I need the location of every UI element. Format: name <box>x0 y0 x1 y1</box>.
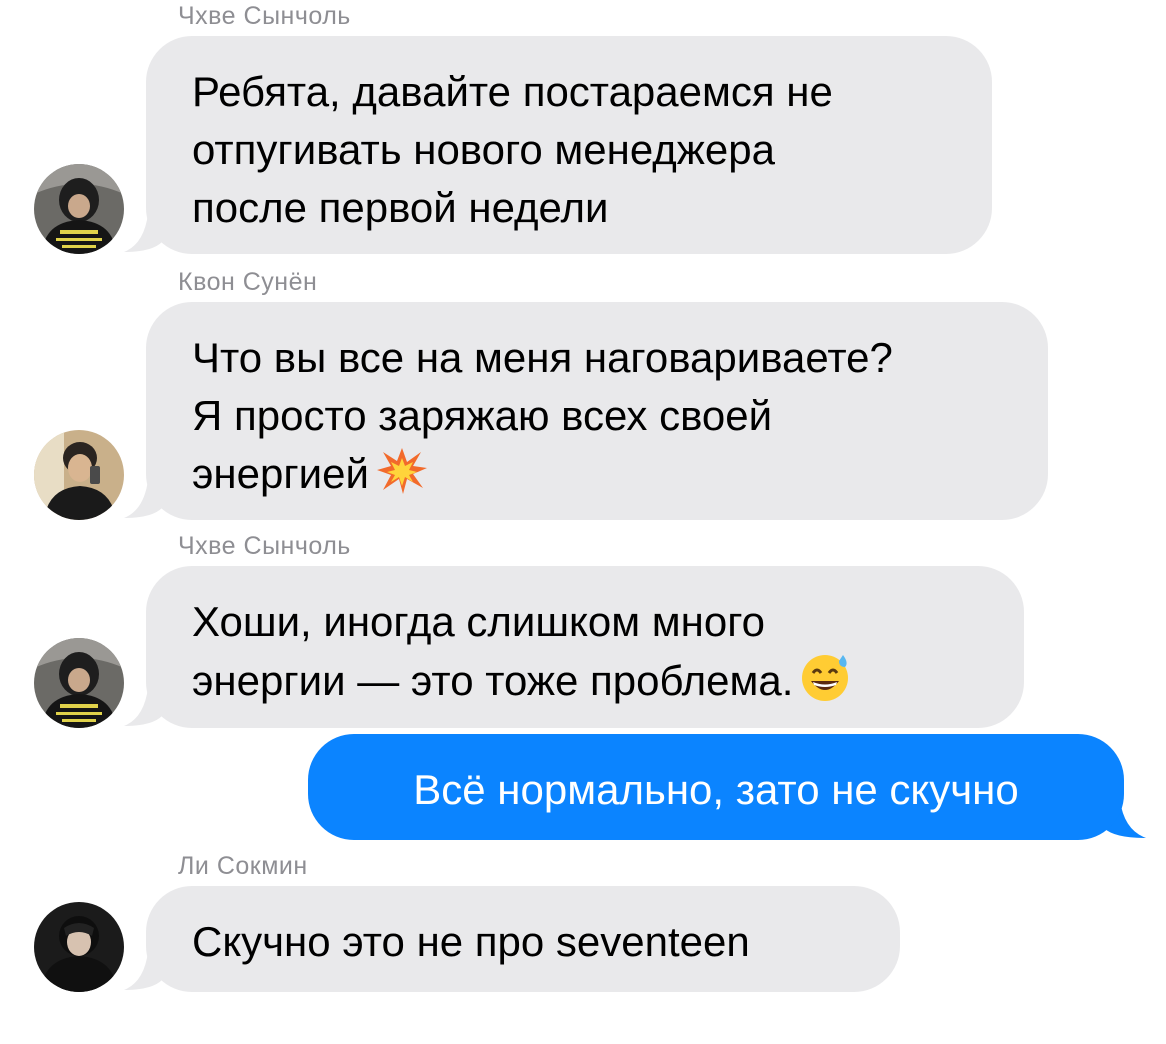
message-text: Я просто заряжаю всех своей <box>192 392 773 439</box>
avatar[interactable] <box>34 902 124 992</box>
message-text: Хоши, иногда слишком много <box>192 598 765 645</box>
grinning-sweat-emoji-icon <box>802 655 849 701</box>
message-text: отпугивать нового менеджера <box>192 126 775 173</box>
seungcheol-avatar-icon <box>34 164 124 254</box>
sender-name: Чхве Сынчоль <box>178 532 351 560</box>
collision-emoji-icon <box>376 448 427 494</box>
message-text: Скучно это не про seventeen <box>192 918 750 965</box>
message-bubble[interactable]: Ребята, давайте постараемся не отпугиват… <box>146 36 992 254</box>
message-bubble[interactable]: Скучно это не про seventeen <box>146 886 900 992</box>
message-text-row: энергией <box>192 445 1048 503</box>
message-text: энергии — это тоже проблема. <box>192 657 794 704</box>
message-text: после первой недели <box>192 184 609 231</box>
seokmin-avatar-icon <box>34 902 124 992</box>
message-text-row: энергии — это тоже проблема. <box>192 651 1024 710</box>
avatar[interactable] <box>34 164 124 254</box>
message-bubble[interactable]: Что вы все на меня наговариваете? Я прос… <box>146 302 1048 520</box>
seungcheol-avatar-icon <box>34 638 124 728</box>
message-bubble[interactable]: Всё нормально, зато не скучно <box>308 734 1124 840</box>
avatar[interactable] <box>34 430 124 520</box>
sender-name: Чхве Сынчоль <box>178 2 351 30</box>
soonyoung-avatar-icon <box>34 430 124 520</box>
sender-name: Ли Сокмин <box>178 852 308 880</box>
message-text: Всё нормально, зато не скучно <box>413 766 1019 813</box>
sender-name: Квон Сунён <box>178 268 318 296</box>
message-text: Что вы все на меня наговариваете? <box>192 334 893 381</box>
message-text: энергией <box>192 450 369 497</box>
message-bubble[interactable]: Хоши, иногда слишком много энергии — это… <box>146 566 1024 728</box>
message-text: Ребята, давайте постараемся не <box>192 68 833 115</box>
avatar[interactable] <box>34 638 124 728</box>
